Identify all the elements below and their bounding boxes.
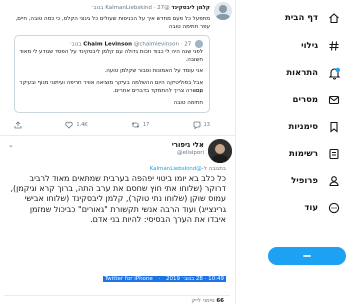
quoted-tweet-header: Chaim Levinson @chaimlevinson · 27 בנוב׳	[69, 40, 203, 48]
sidebar-nav: דף הבית גילוי התראות מסרים סימניות רשימו…	[238, 0, 354, 304]
more-circle-icon	[326, 200, 342, 216]
quoted-author-name: Chaim Levinson	[83, 41, 133, 48]
reply-prefix: בתגובה ל-	[201, 166, 226, 172]
tweet-meta: 10:49 · 28 בנוב׳ 2019 · Twitter for iPho…	[102, 276, 226, 282]
nav-item-messages[interactable]: מסרים	[244, 89, 354, 111]
avatar[interactable]	[214, 2, 232, 20]
reply-to-handle[interactable]: @KalmanLiebskind	[150, 166, 202, 172]
focused-tweet: אלי גיפורי @elisipori ⌄ בתגובה ל-@Kalman…	[0, 137, 235, 304]
quoted-tweet[interactable]: Chaim Levinson @chaimlevinson · 27 בנוב׳…	[14, 35, 210, 113]
like-stats[interactable]: 66 סימני לייק	[4, 295, 230, 304]
person-icon	[326, 173, 342, 189]
share-button[interactable]	[14, 120, 22, 130]
reply-icon	[193, 121, 200, 129]
quoted-text-line: לפני שנה היה לי כבוד וזכות גדולה עם קלמן…	[19, 49, 203, 55]
nav-label: רשימות	[289, 149, 318, 159]
reply-count: 13	[203, 122, 210, 128]
nav-label: עוד	[304, 203, 318, 213]
bell-icon	[326, 65, 342, 81]
nav-label: מסרים	[292, 95, 318, 105]
quoted-text-line: חתימה טובה	[173, 100, 203, 106]
quoted-text-line: הכשרה צריך להתמקד בדברים אחרים.	[113, 87, 203, 94]
tweet[interactable]: קלמן ליבסקינד @KalmanLiebskind · 27 בנוב…	[0, 0, 235, 136]
nav-item-explore[interactable]: גילוי	[244, 35, 354, 57]
nav-label: התראות	[286, 68, 318, 78]
nav-item-home[interactable]: דף הבית	[244, 7, 354, 29]
retweet-button[interactable]: 17	[131, 120, 149, 130]
home-icon	[326, 10, 342, 26]
tweet-timestamp[interactable]: 10:49 · 28 בנוב׳ 2019	[164, 276, 226, 282]
tweet-author-handle[interactable]: @elisipori	[177, 150, 204, 156]
like-count: 1.4K	[76, 122, 88, 128]
tweet-actions: 1.4K 17 13	[14, 120, 210, 130]
nav-item-notifications[interactable]: התראות	[244, 62, 354, 84]
tweet-text: מתפעל כל פעם מחדש איך על הכניסות שעולים …	[15, 16, 210, 30]
more-options-icon[interactable]: ⌄	[8, 141, 14, 149]
tweet-text: כל כלב בא יומו ביטוי יפהפה בערבית שמתאים…	[10, 174, 227, 224]
nav-item-profile[interactable]: פרופיל	[244, 170, 354, 192]
nav-label: דף הבית	[284, 13, 318, 23]
reply-button[interactable]: 13	[193, 120, 210, 130]
quoted-author-handle: @chaimlevinson	[133, 41, 179, 48]
nav-label: סימניות	[288, 122, 318, 132]
compose-tweet-button[interactable]	[268, 247, 346, 265]
nav-label: גילוי	[301, 41, 318, 51]
list-icon	[326, 146, 342, 162]
nav-item-more[interactable]: עוד	[244, 197, 354, 219]
likes-label: סימני לייק	[191, 298, 215, 304]
retweet-icon	[131, 122, 140, 128]
tweet-author-name[interactable]: אלי גיפורי	[172, 141, 204, 149]
nav-item-bookmarks[interactable]: סימניות	[244, 116, 354, 138]
mail-icon	[326, 92, 342, 108]
compose-tweet-label	[303, 255, 311, 257]
avatar	[195, 40, 203, 48]
likes-count: 66	[216, 298, 224, 304]
retweet-count: 17	[142, 122, 150, 128]
bookmark-icon	[326, 119, 342, 135]
heart-icon	[65, 121, 74, 129]
tweet-header: קלמן ליבסקינד @KalmanLiebskind · 27 בנוב…	[91, 5, 210, 11]
like-button[interactable]: 1.4K	[65, 120, 88, 130]
quoted-text-line: חשובה.	[185, 56, 203, 63]
tweet-source[interactable]: Twitter for iPhone	[102, 276, 155, 282]
timeline-column: קלמן ליבסקינד @KalmanLiebskind · 27 בנוב…	[0, 0, 236, 304]
nav-item-lists[interactable]: רשימות	[244, 143, 354, 165]
reply-context: בתגובה ל-@KalmanLiebskind	[150, 166, 226, 172]
share-icon	[14, 121, 22, 129]
hashtag-icon	[326, 38, 342, 54]
nav-label: פרופיל	[291, 176, 318, 186]
avatar[interactable]	[208, 139, 232, 163]
quoted-text-line: אני עומד על האמונות וסבור שקלמן טועה.	[104, 68, 203, 74]
tweet-author-name[interactable]: קלמן ליבסקינד	[171, 5, 210, 11]
